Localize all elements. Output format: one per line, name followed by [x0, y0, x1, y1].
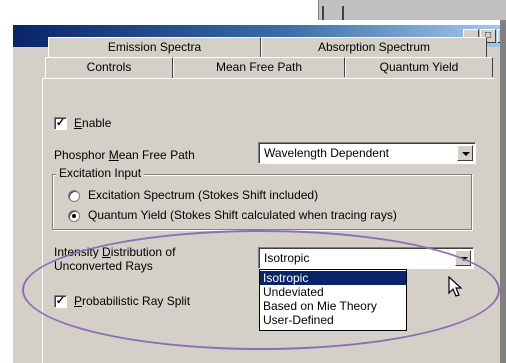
phosphor-mfp-label: Phosphor Mean Free Path: [54, 148, 195, 162]
phosphor-mfp-value: Wavelength Dependent: [264, 146, 389, 160]
background-divider: [342, 6, 344, 20]
enable-checkbox[interactable]: ✓: [54, 117, 67, 130]
tab-absorption-spectrum[interactable]: Absorption Spectrum: [261, 37, 487, 57]
phosphor-mfp-dropdown[interactable]: Wavelength Dependent: [258, 142, 476, 164]
annotation-ellipse: [22, 230, 500, 350]
excitation-spectrum-label[interactable]: Excitation Spectrum (Stokes Shift includ…: [88, 188, 318, 202]
chevron-down-icon[interactable]: [457, 145, 473, 161]
enable-label[interactable]: Enable: [74, 116, 111, 130]
window-edge: [500, 20, 506, 363]
radio-selected-dot: [72, 214, 76, 218]
background-divider: [322, 6, 324, 20]
excitation-input-title: Excitation Input: [56, 166, 145, 180]
tab-quantum-yield[interactable]: Quantum Yield: [345, 57, 493, 77]
quantum-yield-label[interactable]: Quantum Yield (Stokes Shift calculated w…: [88, 208, 397, 222]
quantum-yield-radio[interactable]: [68, 210, 80, 222]
tab-emission-spectra[interactable]: Emission Spectra: [48, 37, 261, 57]
excitation-spectrum-radio[interactable]: [68, 190, 80, 202]
tab-controls[interactable]: Controls: [45, 57, 173, 79]
background-window-strip: [318, 0, 506, 20]
tab-mean-free-path[interactable]: Mean Free Path: [173, 57, 345, 77]
